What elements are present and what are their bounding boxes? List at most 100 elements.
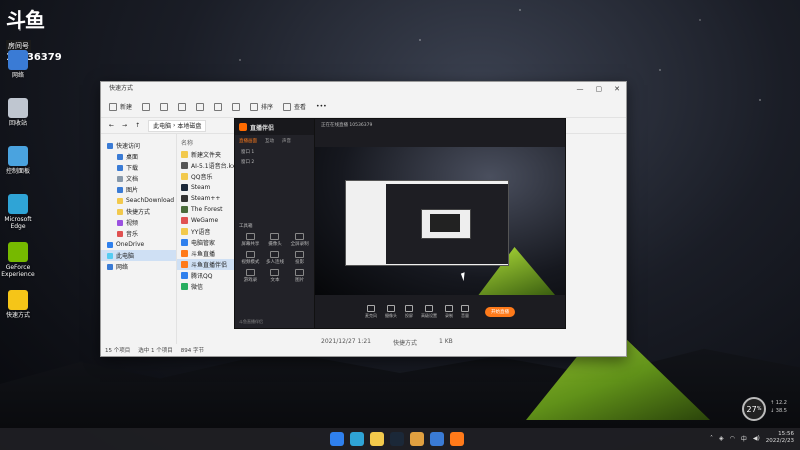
nav-item[interactable]: 音乐 [101, 228, 176, 239]
game-icon[interactable] [410, 432, 424, 446]
tool-label: 多人连线 [265, 260, 284, 265]
volume-icon[interactable]: ◀) [753, 435, 760, 442]
window-controls: — ▢ ✕ [577, 82, 621, 96]
forward-icon[interactable]: → [122, 122, 127, 129]
sort-button[interactable]: 排序 [250, 102, 273, 111]
nav-item[interactable]: 桌面 [101, 151, 176, 162]
file-row[interactable]: 斗鱼直播伴侣 [177, 259, 235, 270]
view-button[interactable]: 查看 [283, 102, 306, 111]
scene-item[interactable]: 窗口 2 [235, 157, 314, 167]
folder-icon [117, 219, 123, 226]
stream-tab[interactable]: 声音 [282, 138, 291, 144]
desktop-icon[interactable]: 回收站 [0, 98, 36, 144]
cut-icon[interactable] [142, 102, 151, 111]
edge-icon[interactable] [350, 432, 364, 446]
minimize-icon[interactable]: — [577, 82, 584, 96]
nav-item[interactable]: 此电脑 [101, 250, 176, 261]
stream-preview[interactable] [315, 147, 565, 297]
ime-indicator[interactable]: 中 [741, 434, 747, 443]
file-name: YY语音 [191, 229, 211, 236]
tool-button[interactable]: 图片 [288, 269, 311, 283]
stream-tab[interactable]: 直播画面 [239, 138, 257, 144]
security-icon[interactable]: ◈ [719, 435, 724, 442]
desktop-icon[interactable]: 网络 [0, 50, 36, 96]
scene-item[interactable]: 窗口 1 [235, 147, 314, 157]
nav-item[interactable]: 视频 [101, 217, 176, 228]
nav-item[interactable]: 文档 [101, 173, 176, 184]
tool-button[interactable]: 多人连线 [264, 251, 287, 265]
maximize-icon[interactable]: ▢ [596, 82, 603, 96]
tool-icon [245, 233, 255, 240]
tool-button[interactable]: 游戏录 [239, 269, 262, 283]
file-row[interactable]: Steam++ [177, 193, 235, 204]
file-row[interactable]: 斗鱼直播 [177, 248, 235, 259]
new-button[interactable]: 新建 [109, 102, 132, 111]
file-explorer-icon[interactable] [370, 432, 384, 446]
nav-item[interactable]: OneDrive [101, 239, 176, 250]
wifi-icon[interactable]: ◠ [730, 435, 735, 442]
control-panel-icon [8, 146, 28, 166]
stream-tab[interactable]: 互动 [265, 138, 274, 144]
system-tray: ˄ ◈ ◠ 中 ◀) 15:56 2022/2/23 [710, 431, 794, 445]
douyu-stream-companion-window[interactable]: 直播伴侣 直播画面 互动 声音 窗口 1 窗口 2 工具箱 屏幕共享 摄像头 全屏录制 视频… [234, 118, 566, 329]
file-row[interactable]: Steam [177, 182, 235, 193]
nav-item[interactable]: 下载 [101, 162, 176, 173]
clock[interactable]: 15:56 2022/2/23 [766, 431, 794, 445]
tool-button[interactable]: 视频模式 [239, 251, 262, 265]
rename-icon[interactable] [196, 102, 205, 111]
file-row[interactable]: WeGame [177, 215, 235, 226]
stream-control-button[interactable]: 麦克风 [365, 304, 377, 319]
copy-icon[interactable] [160, 102, 169, 111]
nav-item[interactable]: 快捷方式 [101, 206, 176, 217]
nav-item[interactable]: SeachDownload [101, 195, 176, 206]
tool-button[interactable]: 投影 [288, 251, 311, 265]
nav-item-label: 快速访问 [116, 143, 141, 150]
shortcut-icon [181, 272, 188, 279]
file-row[interactable]: QQ音乐 [177, 171, 235, 182]
file-name: 新建文件夹 [191, 152, 222, 159]
desktop-icon[interactable]: 快速方式 [0, 290, 36, 336]
delete-icon[interactable] [232, 102, 241, 111]
nav-item[interactable]: 网络 [101, 261, 176, 272]
tool-button[interactable]: 屏幕共享 [239, 233, 262, 247]
performance-gauge: 27% [742, 397, 766, 421]
tool-button[interactable]: 全屏录制 [288, 233, 311, 247]
breadcrumb-local-disk[interactable]: 本地磁盘 [177, 121, 201, 130]
windows-start-icon[interactable] [330, 432, 344, 446]
nav-item[interactable]: 图片 [101, 184, 176, 195]
file-row[interactable]: The Forest [177, 204, 235, 215]
chevron-up-icon[interactable]: ˄ [710, 435, 713, 442]
douyu-icon[interactable] [450, 432, 464, 446]
tool-button[interactable]: 摄像头 [264, 233, 287, 247]
stream-control-button[interactable]: 摄像头 [385, 304, 397, 319]
file-row[interactable]: 微信 [177, 281, 235, 292]
file-row[interactable]: 新建文件夹 [177, 149, 235, 160]
stream-control-button[interactable]: 高级设置 [421, 304, 437, 319]
stream-control-button[interactable]: 录制 [445, 304, 453, 319]
share-icon[interactable] [214, 102, 223, 111]
address-bar[interactable]: 此电脑 › 本地磁盘 [148, 119, 207, 132]
close-icon[interactable]: ✕ [614, 82, 620, 96]
up-icon[interactable]: ↑ [135, 122, 140, 129]
start-live-button[interactable]: 开始直播 [485, 306, 515, 317]
desktop-icon[interactable]: Microsoft Edge [0, 194, 36, 240]
selected-file-details: 2021/12/27 1:21 快捷方式 1 KB [321, 338, 453, 347]
paste-icon[interactable] [178, 102, 187, 111]
more-icon[interactable]: ••• [316, 103, 327, 110]
file-row[interactable]: YY语音 [177, 226, 235, 237]
breadcrumb-this-pc[interactable]: 此电脑 [153, 121, 171, 130]
stream-control-button[interactable]: 投屏 [405, 304, 413, 319]
column-header-name[interactable]: 名称 [177, 138, 235, 149]
stream-control-button[interactable]: 音量 [461, 304, 469, 319]
desktop-icon[interactable]: GeForce Experience [0, 242, 36, 288]
desktop-icon[interactable]: 控制面板 [0, 146, 36, 192]
file-row[interactable]: AI-5.1语音台.kx [177, 160, 235, 171]
steam-icon[interactable] [390, 432, 404, 446]
back-icon[interactable]: ← [109, 122, 114, 129]
file-row[interactable]: 腾讯QQ [177, 270, 235, 281]
nav-item[interactable]: 快速访问 [101, 140, 176, 151]
recycle-bin-icon [8, 98, 28, 118]
shield-icon[interactable] [430, 432, 444, 446]
tool-button[interactable]: 文本 [264, 269, 287, 283]
file-row[interactable]: 电脑管家 [177, 237, 235, 248]
